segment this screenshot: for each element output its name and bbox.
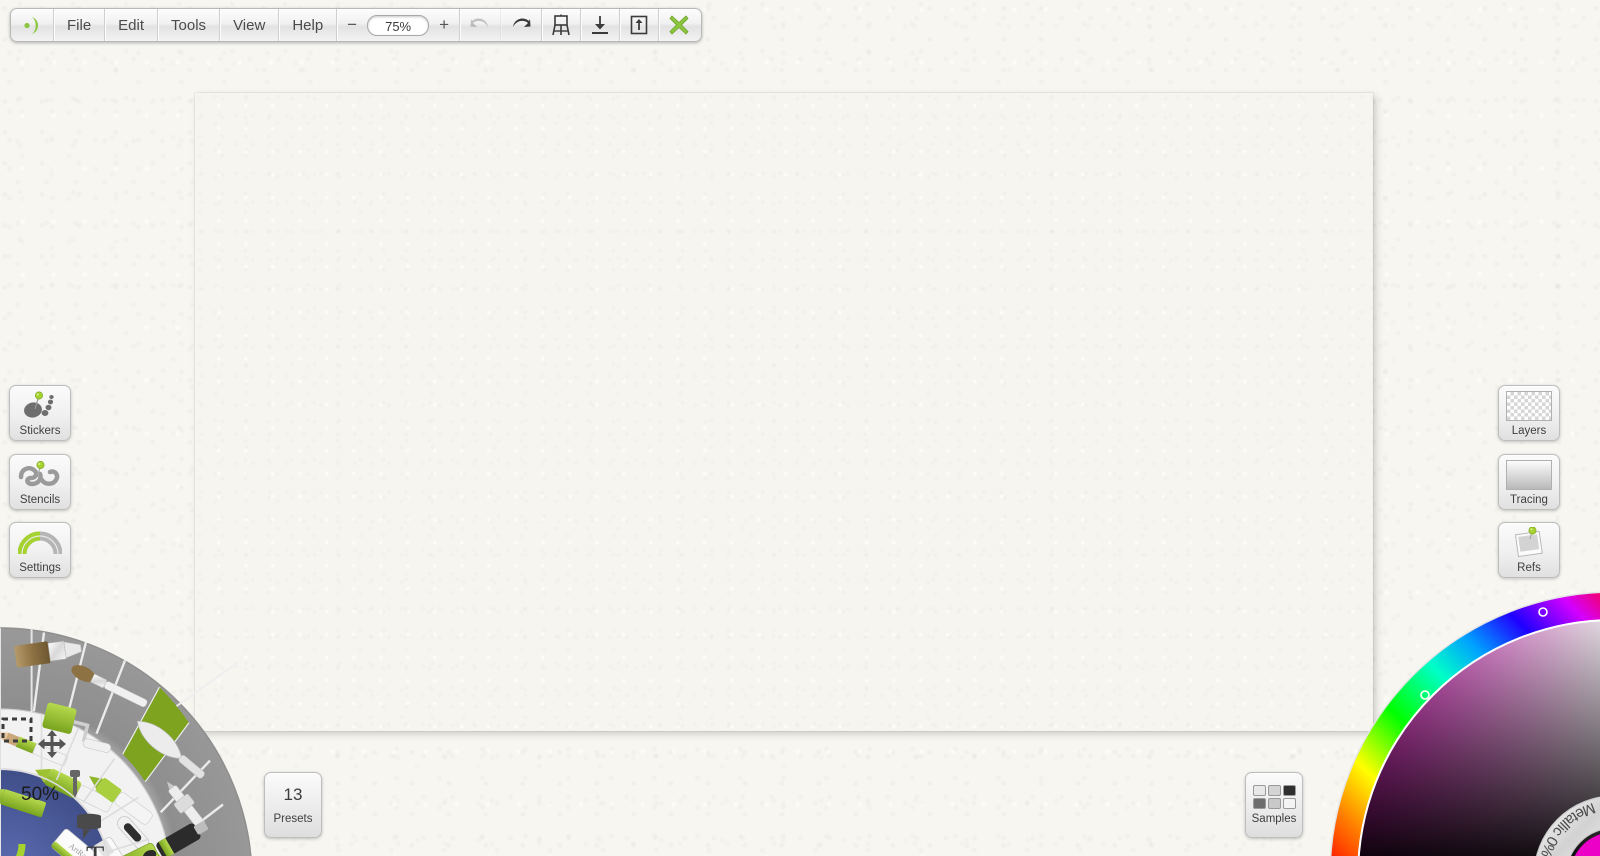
brush-size-value: 50% [21,784,59,805]
layers-label: Layers [1511,425,1547,437]
color-picker[interactable]: Metallic 0% [1314,586,1600,856]
pinned-photo-icon [1499,523,1559,562]
stencils-button[interactable]: Stencils [9,454,71,510]
drawing-canvas[interactable] [195,93,1373,731]
stencil-pin-icon [10,455,70,494]
green-x-icon[interactable] [659,9,699,41]
checkerboard-layer-icon [1499,386,1559,425]
menu-tools[interactable]: Tools [158,9,221,41]
refs-label: Refs [1517,562,1541,574]
redo-button[interactable] [501,9,543,41]
stencils-label: Stencils [19,494,61,506]
main-toolbar: File Edit Tools View Help − 75% + [10,8,703,42]
sample-swatch-grid [1252,785,1296,809]
settings-label: Settings [19,562,61,574]
sample-swatch [1267,798,1281,809]
sample-swatch [1267,785,1281,796]
stickers-button[interactable]: Stickers [9,385,71,441]
refs-button[interactable]: Refs [1498,522,1560,578]
zoom-out-button[interactable]: − [341,15,363,35]
sample-swatch [1252,798,1266,809]
menu-help[interactable]: Help [279,9,338,41]
sample-swatch [1282,798,1296,809]
samples-label: Samples [1251,813,1297,825]
sample-swatch [1252,785,1266,796]
footprint-pin-icon [10,386,70,425]
menu-view[interactable]: View [220,9,280,41]
stickers-label: Stickers [19,425,61,437]
easel-button[interactable] [542,9,582,41]
presets-button[interactable]: 13 Presets [264,772,322,838]
zoom-input[interactable]: 75% [367,14,430,36]
presets-count: 13 [283,785,303,804]
zoom-control: − 75% + [337,9,461,41]
text-tool[interactable]: T [86,840,104,856]
undo-button[interactable] [460,9,502,41]
export-button[interactable] [620,9,660,41]
zoom-in-button[interactable]: + [433,15,455,35]
gauge-arch-icon [10,523,70,562]
settings-button[interactable]: Settings [9,522,71,578]
svg-text:T: T [86,840,104,856]
sample-swatch [1282,785,1296,796]
gradient-square-icon [1499,455,1559,494]
tracing-button[interactable]: Tracing [1498,454,1560,510]
import-button[interactable] [581,9,621,41]
tool-wheel[interactable]: ArtRage 50% [0,584,268,856]
menu-edit[interactable]: Edit [105,9,159,41]
tracing-label: Tracing [1510,494,1548,506]
presets-label: Presets [273,813,313,825]
menu-file[interactable]: File [54,9,106,41]
samples-button[interactable]: Samples [1245,772,1303,838]
artrage-logo-icon[interactable] [13,9,54,41]
layers-button[interactable]: Layers [1498,385,1560,441]
